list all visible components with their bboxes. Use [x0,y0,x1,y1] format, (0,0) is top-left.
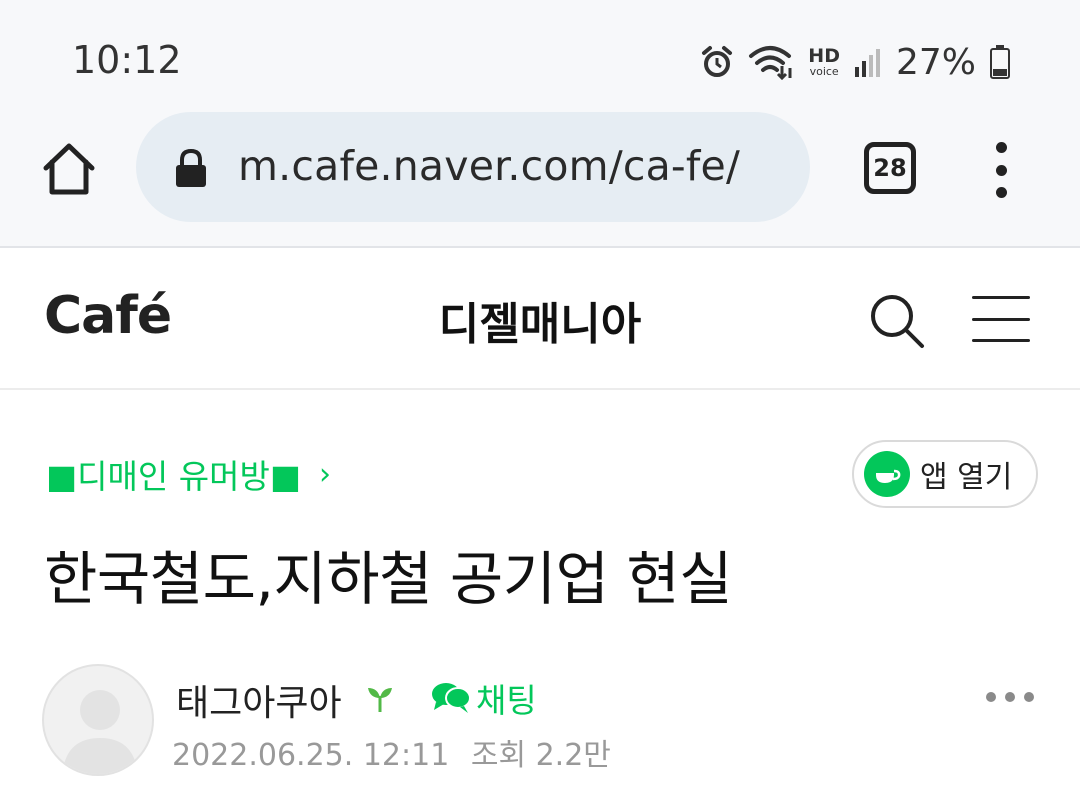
menu-dot [995,187,1007,198]
chat-label: 채팅 [476,681,537,720]
article-meta: 2022.06.25. 12:11 조회 2.2만 [172,730,611,774]
open-app-label: 앱 열기 [920,460,1013,495]
hd-label: HD [808,45,840,67]
browser-toolbar: m.cafe.naver.com/ca-fe/ 28 [0,112,1080,248]
menu-icon [995,142,1007,153]
more-dot [1024,692,1034,702]
hamburger-line [972,317,1030,321]
signal-icon [854,49,880,77]
wifi-icon [749,46,792,80]
board-link[interactable]: ■디매인 유머방■ › [46,450,331,498]
search-icon[interactable] [868,292,926,350]
url-text[interactable]: m.cafe.naver.com/ca-fe/ [238,142,740,190]
more-dot [1005,692,1015,702]
hamburger-line [972,296,1030,299]
more-icon[interactable] [986,692,1034,706]
browser-menu-button[interactable] [988,142,1014,198]
alarm-icon [702,46,733,77]
menu-dot [995,164,1007,176]
hamburger-line [972,339,1030,342]
person-icon [62,690,138,774]
view-count: 조회 2.2만 [470,738,611,773]
author-row: 태그아쿠아 채팅 2022.06.25. 12:11 조회 2.2만 [42,664,1042,784]
home-icon [43,143,95,195]
battery-percent: 27% [895,41,976,83]
voice-label: voice [809,65,839,78]
clock: 10:12 [72,38,182,82]
more-dot [986,692,996,702]
tab-switcher-button[interactable]: 28 [864,142,916,194]
cafe-header: Café 디젤매니아 [0,248,1080,390]
status-icons: HD voice 27% [700,40,1010,84]
coffee-cup-icon [864,451,910,497]
open-app-button[interactable]: 앱 열기 [852,440,1038,508]
hamburger-icon[interactable] [972,296,1030,342]
address-bar[interactable]: m.cafe.naver.com/ca-fe/ [136,112,810,222]
article-title: 한국철도,지하철 공기업 현실 [44,545,733,613]
avatar[interactable] [42,664,154,776]
battery-icon [990,45,1010,79]
lock-icon [176,148,206,187]
author-name[interactable]: 태그아쿠아 [176,674,342,726]
status-bar: 10:12 HD voice 27% [0,0,1080,112]
sprout-icon [368,688,392,712]
chat-button[interactable]: 채팅 [430,674,537,722]
home-button[interactable] [38,138,100,200]
chevron-right-icon: › [319,456,332,492]
board-name: ■디매인 유머방■ [46,457,302,496]
post-date: 2022.06.25. 12:11 [172,738,450,773]
hd-voice-indicator: HD voice [808,45,840,78]
chat-icon [432,683,471,713]
